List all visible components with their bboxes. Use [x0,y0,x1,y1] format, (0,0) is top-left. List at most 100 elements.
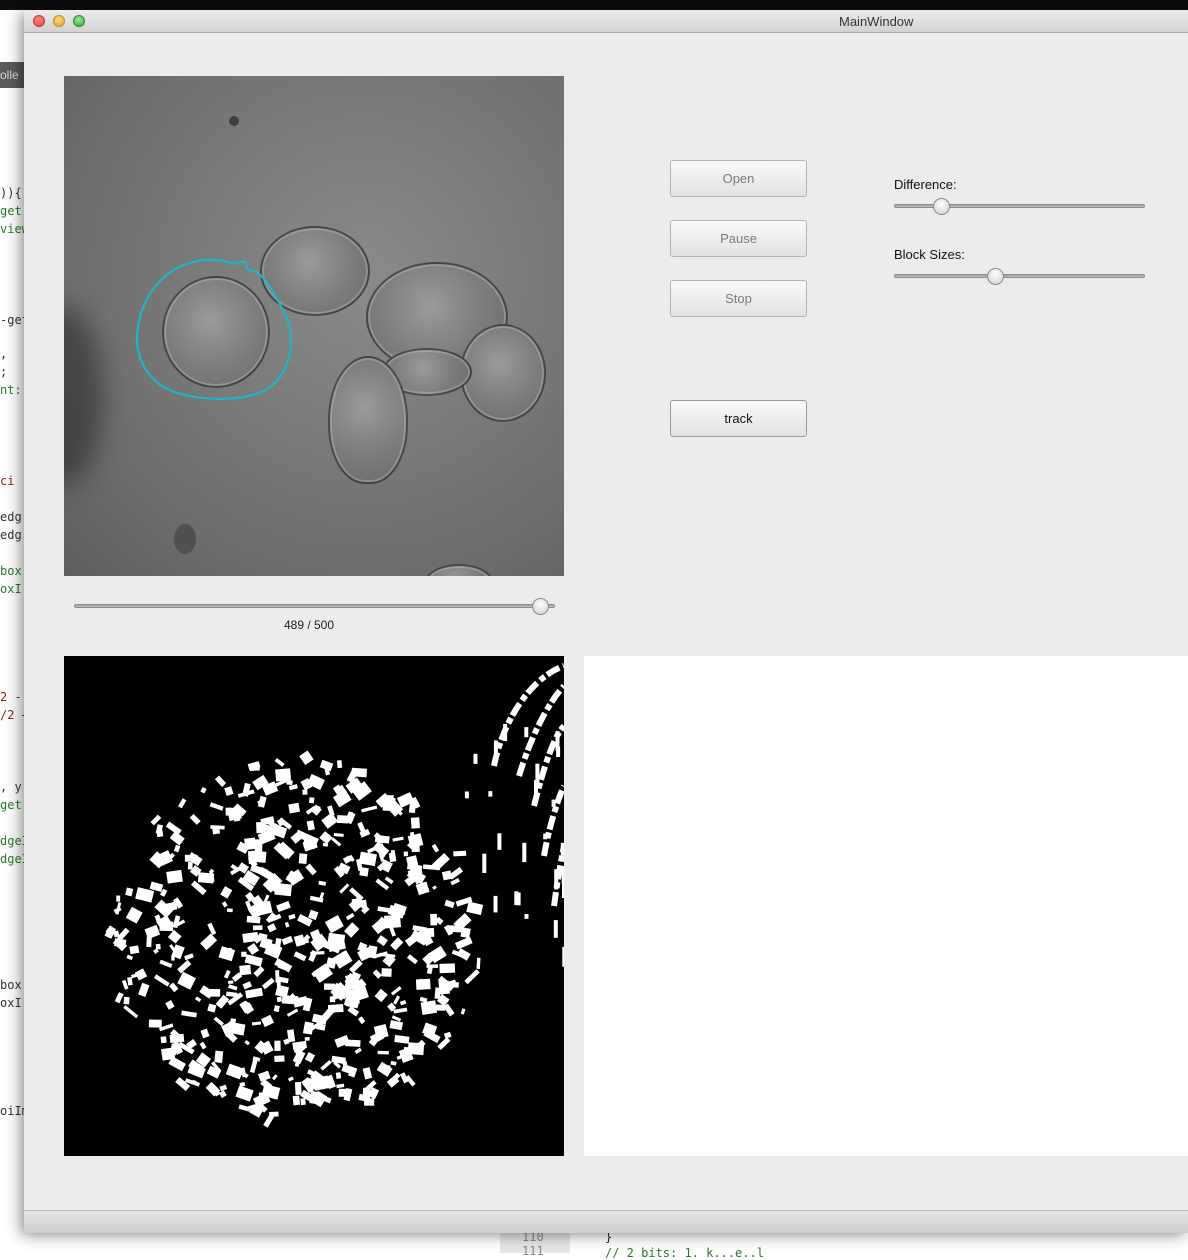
binary-speck [554,869,559,890]
line-number: 111 [522,1244,544,1258]
binary-pixel-blob [249,1059,258,1074]
frame-slider-knob[interactable] [531,598,549,615]
binary-pixel-blob [308,797,315,804]
binary-speck [543,833,548,840]
result-view [584,656,1188,1156]
binary-speck [497,833,502,850]
binary-pixel-blob [114,938,127,948]
binary-pixel-blob [153,974,170,987]
frame-slider-track[interactable] [74,604,555,608]
binary-pixel-blob [126,954,134,961]
binary-pixel-blob [104,925,117,939]
binary-speck [560,842,564,856]
difference-slider-knob[interactable] [933,198,951,215]
frame-counter: 489 / 500 [283,618,335,632]
binary-pixel-blob [384,876,394,885]
binary-pixel-blob [228,984,238,991]
binary-pixel-blob [225,991,238,998]
binary-pixel-blob [263,1114,275,1128]
binary-pixel-blob [274,758,285,767]
tracking-contour [135,258,293,400]
binary-pixel-blob [320,1059,332,1071]
binary-pixel-blob [244,1039,250,1046]
binary-pixel-blob [345,912,355,921]
binary-speck [493,895,498,913]
binary-speck [514,891,519,906]
binary-pixel-blob [173,844,181,853]
binary-pixel-blob [286,1008,299,1017]
block-sizes-slider-track[interactable] [894,274,1145,278]
binary-pixel-blob [148,1019,162,1028]
binary-pixel-blob [253,966,265,978]
binary-pixel-blob [226,908,233,913]
binary-pixel-blob [453,850,467,857]
zoom-window-button[interactable] [73,15,85,27]
binary-pixel-blob [165,1000,175,1010]
binary-speck [524,914,529,919]
binary-pixel-blob [225,807,232,816]
binary-pixel-blob [200,933,218,951]
binary-blobs [104,663,564,1128]
binary-pixel-blob [167,929,182,944]
binary-pixel-blob [377,1050,389,1055]
main-window: MainWindow 489 / 500 Open Pause Stop tra… [24,10,1188,1233]
binary-pixel-blob [439,963,456,974]
binary-pixel-blob [207,922,217,936]
difference-slider-track[interactable] [894,204,1145,208]
minimize-window-button[interactable] [53,15,65,27]
line-number-gutter: 110 111 [500,1230,570,1258]
binary-pixel-blob [287,1076,294,1082]
binary-speck [551,799,556,807]
binary-pixel-blob [129,945,140,955]
binary-pixel-blob [376,1061,393,1077]
block-sizes-slider-knob[interactable] [986,268,1004,285]
binary-pixel-blob [273,1005,280,1013]
binary-pixel-blob [390,1060,397,1066]
open-button[interactable]: Open [670,160,807,197]
binary-pixel-blob [286,779,293,786]
binary-pixel-blob [454,936,473,950]
binary-pixel-blob [332,950,353,969]
binary-pixel-blob [432,885,437,890]
binary-pixel-blob [410,817,420,829]
binary-pixel-blob [245,987,264,999]
binary-pixel-blob [220,886,233,899]
binary-pixel-blob [358,851,377,867]
binary-pixel-blob [466,901,484,916]
close-window-button[interactable] [33,15,45,27]
binary-pixel-blob [218,946,236,962]
binary-pixel-blob [460,927,471,939]
track-button[interactable]: track [670,400,807,437]
binary-pixel-blob [177,971,197,990]
binary-pixel-blob [344,922,360,938]
binary-pixel-blob [300,1098,306,1106]
binary-pixel-blob [430,913,438,926]
pause-button[interactable]: Pause [670,220,807,257]
binary-pixel-blob [293,951,307,962]
binary-pixel-blob [275,984,289,998]
binary-pixel-blob [207,1003,217,1013]
code-comment: // 2 bits: 1. k...e..l [605,1246,764,1260]
binary-pixel-blob [306,820,315,831]
binary-pixel-blob [327,805,335,817]
binary-pixel-blob [159,959,173,968]
binary-pixel-blob [224,786,234,797]
binary-pixel-blob [288,784,298,791]
code-fragment: oxI [0,996,22,1010]
binary-speck [493,740,498,758]
binary-pixel-blob [194,996,202,1003]
binary-pixel-blob [378,839,386,844]
video-frame-view[interactable] [64,76,564,576]
stop-button[interactable]: Stop [670,280,807,317]
title-bar[interactable]: MainWindow [24,10,1188,33]
block-sizes-label: Block Sizes: [894,247,965,262]
binary-pixel-blob [348,812,354,821]
binary-pixel-blob [241,951,247,957]
binary-pixel-blob [242,981,253,990]
binary-pixel-blob [399,1000,407,1006]
binary-pixel-blob [443,1031,452,1039]
binary-pixel-blob [199,1041,207,1050]
binary-pixel-blob [354,1047,362,1055]
binary-speck [562,879,564,898]
binary-pixel-blob [428,1004,446,1011]
